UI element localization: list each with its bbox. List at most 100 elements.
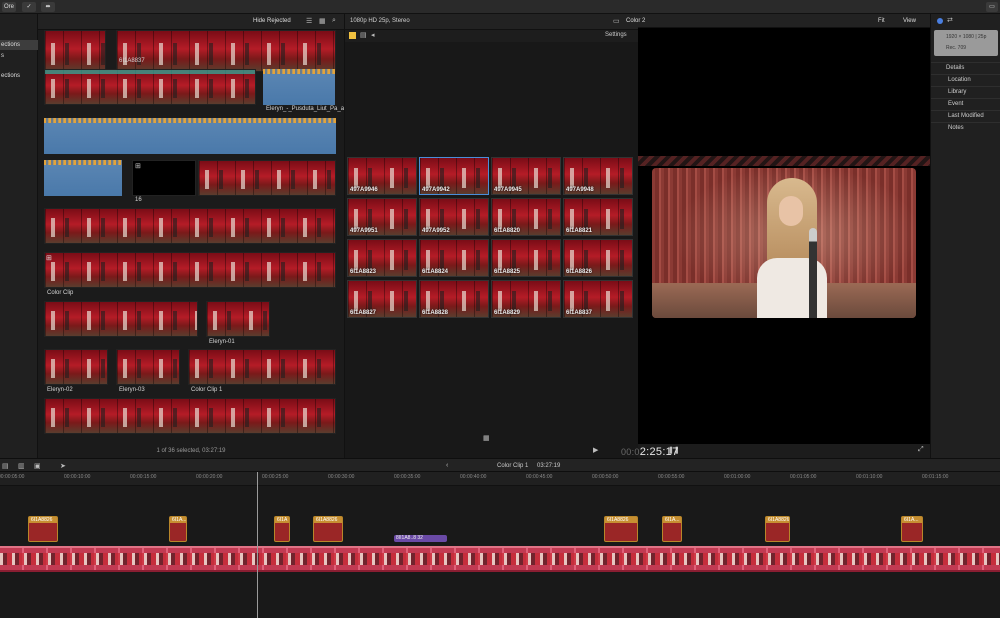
video-audio-switch-icon[interactable] <box>349 32 356 39</box>
angle-cell[interactable]: 6I1A8825 <box>491 239 561 277</box>
timecode-prefix: 00:0 <box>621 447 640 457</box>
index-icon[interactable]: ▤ <box>2 462 9 470</box>
fit-dropdown[interactable]: Fit <box>878 18 885 24</box>
playhead[interactable] <box>257 472 258 618</box>
angle-cell[interactable]: 6I1A8823 <box>347 239 417 277</box>
angle-cell[interactable]: 6I1A8821 <box>563 198 633 236</box>
angle-cell[interactable]: 497A9942 <box>419 157 489 195</box>
angle-label: 497A9952 <box>422 228 450 234</box>
angle-label: 6I1A8825 <box>494 269 521 275</box>
angle-cell[interactable]: 497A9952 <box>419 198 489 236</box>
audio-clip[interactable] <box>44 118 336 154</box>
viewer <box>638 28 930 444</box>
share-icon[interactable]: ⇄ <box>947 16 953 24</box>
clip-thumbnail[interactable] <box>116 349 180 385</box>
sidebar-item-collections[interactable]: ections <box>0 40 38 50</box>
angle-cell[interactable]: 6I1A8829 <box>491 280 561 318</box>
inspector-summary: 1920 × 1080 | 25p Rec. 709 <box>934 30 998 56</box>
clip-thumbnail[interactable] <box>44 301 198 337</box>
title-clip[interactable]: 8II1A8..8 32 <box>394 535 447 542</box>
angle-cell[interactable]: 6I1A8824 <box>419 239 489 277</box>
connected-clip[interactable]: 6I1A8826 <box>28 516 58 542</box>
clip-thumbnail[interactable] <box>44 349 108 385</box>
angle-cell[interactable]: 6I1A8828 <box>419 280 489 318</box>
clip-thumbnail[interactable] <box>188 349 336 385</box>
browser-footer: 1 of 36 selected, 03:27:19 <box>156 448 226 454</box>
ruler-tick: 00:00:25:00 <box>262 474 289 480</box>
connected-clip[interactable]: 6I1A8826 <box>604 516 638 542</box>
info-icon[interactable] <box>937 18 943 24</box>
angle-cell[interactable]: 497A9945 <box>491 157 561 195</box>
connected-clip-label: 6I1A... <box>172 517 187 523</box>
ruler-tick: 00:00:40:00 <box>460 474 487 480</box>
library-sidebar: ections s ections <box>0 14 38 458</box>
play-icon[interactable]: ▶ <box>593 446 598 454</box>
library-button[interactable]: Ore <box>2 2 16 12</box>
connected-clip[interactable]: 6I1A8826 <box>765 516 790 542</box>
video-switch-icon[interactable]: ▤ <box>360 31 367 39</box>
angle-label: 6I1A8826 <box>566 269 593 275</box>
angle-label: 6I1A8827 <box>350 310 377 316</box>
clip-thumbnail[interactable] <box>116 30 336 72</box>
timeline-body[interactable]: 8II1A8..8 32 6I1A8826 6I1A... 6I1A 6I1A8826… <box>0 486 1000 618</box>
angle-cell[interactable]: 6I1A8826 <box>563 239 633 277</box>
sidebar-item-collections-2[interactable]: ections <box>0 71 38 81</box>
angle-cell[interactable]: 6I1A8827 <box>347 280 417 318</box>
viewer-image[interactable] <box>652 168 916 318</box>
clip-thumbnail[interactable] <box>44 208 336 244</box>
clip-thumbnail[interactable]: ⊞ <box>44 252 336 288</box>
ruler-tick: 00:00:55:00 <box>658 474 685 480</box>
append-icon[interactable]: ▥ <box>18 462 25 470</box>
angle-cell[interactable]: 6I1A8820 <box>491 198 561 236</box>
workspace-icon[interactable]: ▭ <box>986 2 998 12</box>
edit-tools-icon[interactable]: ▣ <box>34 462 41 470</box>
filter-dropdown[interactable]: Hide Rejected <box>253 18 291 24</box>
clip-thumbnail[interactable] <box>44 398 336 434</box>
timeline-clip-name: Color Clip 1 <box>497 463 529 469</box>
clip-label: Eleryn_-_Pusduta_Liut_Pa_a... <box>266 106 350 112</box>
connected-clip[interactable]: 6I1A... <box>662 516 682 542</box>
connected-clip[interactable]: 6I1A... <box>901 516 923 542</box>
check-circle-icon[interactable]: ✓ <box>22 2 36 12</box>
angle-viewer: 1080p HD 25p, Stereo ▤ ◂ Settings 497A99… <box>344 14 639 458</box>
angle-cell[interactable]: 6I1A8837 <box>563 280 633 318</box>
clip-thumbnail[interactable] <box>206 301 270 337</box>
angle-cell[interactable]: 497A9951 <box>347 198 417 236</box>
filmstrip-icon[interactable]: ▦ <box>319 17 326 25</box>
search-icon[interactable]: ⌕ <box>332 17 336 25</box>
angle-cell[interactable]: 497A9948 <box>563 157 633 195</box>
clip-thumbnail-black[interactable]: ⊞ <box>132 160 196 196</box>
sidebar-item[interactable]: s <box>0 51 38 61</box>
audio-clip[interactable] <box>263 69 335 105</box>
angle-label: 497A9946 <box>350 187 378 193</box>
details-section[interactable]: Details <box>931 62 1000 72</box>
grid-icon[interactable]: ▦ <box>483 434 490 442</box>
view-dropdown[interactable]: View <box>903 18 916 24</box>
connected-clip-label: 6I1A8826 <box>31 517 53 523</box>
connected-clip[interactable]: 6I1A8826 <box>313 516 343 542</box>
connected-clip[interactable]: 6I1A <box>274 516 290 542</box>
fullscreen-icon[interactable]: ⤢ <box>918 446 924 454</box>
list-view-icon[interactable]: ☰ <box>306 17 312 25</box>
clip-label: Eleryn-01 <box>209 339 235 345</box>
connected-clip-label: 6I1A8826 <box>607 517 629 523</box>
select-tool-icon[interactable]: ➤ <box>60 462 66 470</box>
connected-clip[interactable]: 6I1A... <box>169 516 187 542</box>
timecode-display[interactable]: 00:02:25:17 <box>621 446 679 458</box>
clip-thumbnail[interactable] <box>44 69 256 105</box>
angle-cell[interactable]: 497A9946 <box>347 157 417 195</box>
format-label: 1080p HD 25p, Stereo <box>350 18 410 24</box>
angle-strip <box>638 156 930 166</box>
angle-label: 6I1A8828 <box>422 310 449 316</box>
key-icon[interactable]: ⬌ <box>41 2 55 12</box>
ruler-tick: 00:00:10:00 <box>64 474 91 480</box>
angle-label: 6I1A8824 <box>422 269 449 275</box>
clip-thumbnail[interactable] <box>44 30 106 72</box>
audio-clip[interactable] <box>44 160 122 196</box>
angle-label: 6I1A8823 <box>350 269 377 275</box>
clip-thumbnail[interactable] <box>198 160 336 196</box>
settings-dropdown[interactable]: Settings <box>605 32 627 38</box>
timeline-ruler[interactable]: 00:00:05:00 00:00:10:00 00:00:15:00 00:00:2… <box>0 472 1000 486</box>
back-icon[interactable]: ‹ <box>446 462 448 469</box>
audio-switch-icon[interactable]: ◂ <box>371 31 375 39</box>
